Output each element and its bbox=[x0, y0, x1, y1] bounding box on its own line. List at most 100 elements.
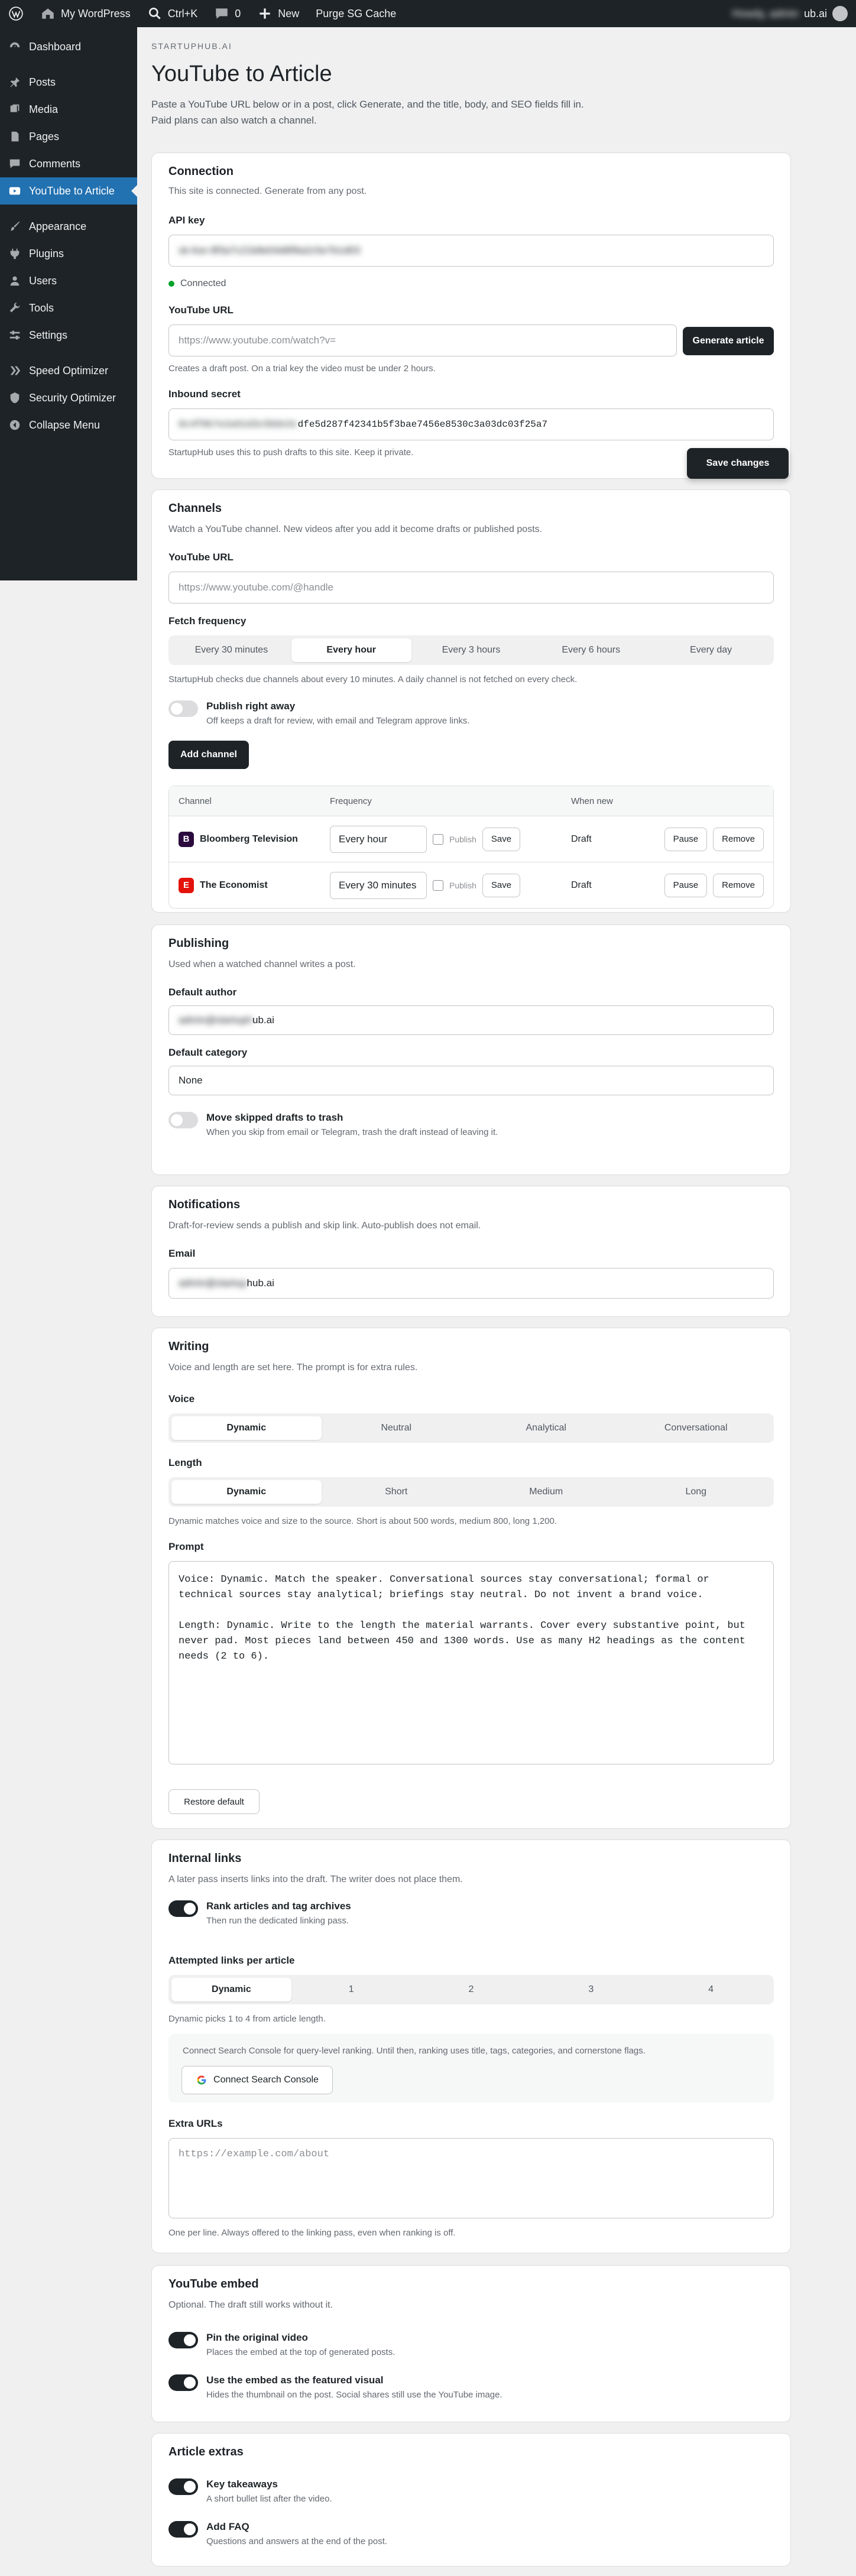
youtube-url-input[interactable]: https://www.youtube.com/watch?v= bbox=[168, 325, 677, 356]
rank-articles-toggle[interactable] bbox=[168, 1900, 198, 1917]
google-icon bbox=[197, 2075, 206, 2085]
wordpress-icon bbox=[9, 7, 23, 21]
default-category-select[interactable]: None bbox=[168, 1066, 774, 1095]
sidebar-item-label: Comments bbox=[29, 157, 81, 170]
row-save-button[interactable]: Save bbox=[482, 873, 521, 897]
pause-button[interactable]: Pause bbox=[664, 873, 708, 897]
brush-icon bbox=[7, 219, 22, 234]
pages-icon bbox=[7, 129, 22, 144]
media-icon bbox=[7, 102, 22, 117]
voice-option[interactable]: Analytical bbox=[471, 1416, 621, 1440]
remove-button[interactable]: Remove bbox=[713, 873, 764, 897]
attempted-links-option[interactable]: 4 bbox=[651, 1978, 771, 2001]
internal-links-card: Internal links A later pass inserts link… bbox=[151, 1839, 791, 2253]
remove-button[interactable]: Remove bbox=[713, 827, 764, 851]
channels-table: Channel Frequency When new B Bloomberg Te… bbox=[168, 786, 774, 909]
frequency-option[interactable]: Every day bbox=[651, 638, 771, 662]
sidebar-item-media[interactable]: Media bbox=[0, 96, 137, 123]
sidebar-item-pages[interactable]: Pages bbox=[0, 123, 137, 150]
attempted-links-option[interactable]: 1 bbox=[291, 1978, 411, 2001]
row-save-button[interactable]: Save bbox=[482, 827, 521, 851]
generate-article-button[interactable]: Generate article bbox=[683, 327, 774, 355]
sidebar-item-speed-optimizer[interactable]: Speed Optimizer bbox=[0, 357, 137, 384]
voice-selector: Dynamic Neutral Analytical Conversational bbox=[168, 1413, 774, 1443]
channels-card: Channels Watch a YouTube channel. New vi… bbox=[151, 489, 791, 913]
row-frequency-select[interactable]: Every 30 minutes bbox=[330, 871, 427, 899]
voice-option[interactable]: Conversational bbox=[621, 1416, 771, 1440]
length-option[interactable]: Medium bbox=[471, 1480, 621, 1504]
collapse-icon bbox=[7, 417, 22, 433]
publish-checkbox[interactable] bbox=[433, 880, 443, 891]
new-content-link[interactable]: New bbox=[249, 0, 307, 27]
table-row: E The Economist Every 30 minutes Publish Sav… bbox=[169, 862, 773, 908]
sidebar-item-dashboard[interactable]: Dashboard bbox=[0, 33, 137, 60]
add-faq-toggle[interactable] bbox=[168, 2521, 198, 2538]
sidebar-item-comments[interactable]: Comments bbox=[0, 150, 137, 177]
wrench-icon bbox=[7, 300, 22, 316]
pause-button[interactable]: Pause bbox=[664, 827, 708, 851]
youtube-embed-subtitle: Optional. The draft still works without … bbox=[168, 2300, 333, 2310]
menu-separator bbox=[0, 349, 137, 357]
api-key-field[interactable]: sk-live-9f3a7c21b8e04d6f9a2c5e7b1d03 bbox=[168, 235, 774, 267]
length-option[interactable]: Dynamic bbox=[171, 1480, 322, 1504]
secret-hidden: 8c4f0b7e2a91d3c5b6e3c bbox=[179, 419, 298, 430]
sidebar-item-youtube-to-article[interactable]: YouTube to Article bbox=[0, 177, 138, 205]
attempted-links-option[interactable]: Dynamic bbox=[171, 1978, 291, 2001]
voice-option[interactable]: Dynamic bbox=[171, 1416, 322, 1440]
site-name-link[interactable]: My WordPress bbox=[32, 0, 139, 27]
when-new-cell: Draft bbox=[562, 862, 633, 908]
account-menu[interactable]: Howdy, admin ub.ai bbox=[724, 0, 856, 27]
trash-skipped-toggle[interactable] bbox=[168, 1112, 198, 1128]
command-palette-button[interactable]: Ctrl+K bbox=[139, 0, 206, 27]
featured-visual-toggle[interactable] bbox=[168, 2374, 198, 2391]
sidebar-item-posts[interactable]: Posts bbox=[0, 69, 137, 96]
row-frequency-select[interactable]: Every hour bbox=[330, 825, 427, 853]
email-field[interactable]: admin@startup hub.ai bbox=[168, 1268, 774, 1299]
attempted-links-option[interactable]: 2 bbox=[411, 1978, 531, 2001]
publish-right-away-label: Publish right away bbox=[206, 700, 296, 712]
sidebar-item-settings[interactable]: Settings bbox=[0, 322, 137, 349]
voice-option[interactable]: Neutral bbox=[322, 1416, 472, 1440]
length-selector: Dynamic Short Medium Long bbox=[168, 1477, 774, 1507]
frequency-option[interactable]: Every 30 minutes bbox=[171, 638, 291, 662]
sidebar-item-collapse-menu[interactable]: Collapse Menu bbox=[0, 411, 137, 439]
publish-checkbox[interactable] bbox=[433, 833, 443, 845]
sidebar-item-appearance[interactable]: Appearance bbox=[0, 213, 137, 240]
wordpress-logo-button[interactable] bbox=[0, 0, 32, 27]
when-new-cell: Draft bbox=[562, 816, 633, 862]
comments-link[interactable]: 0 bbox=[206, 0, 249, 27]
column-header-actions bbox=[633, 786, 773, 816]
publish-right-away-toggle[interactable] bbox=[168, 700, 198, 717]
frequency-option[interactable]: Every 6 hours bbox=[531, 638, 651, 662]
length-option[interactable]: Short bbox=[322, 1480, 472, 1504]
sidebar-item-users[interactable]: Users bbox=[0, 267, 137, 294]
length-option[interactable]: Long bbox=[621, 1480, 771, 1504]
restore-default-button[interactable]: Restore default bbox=[168, 1789, 260, 1814]
inbound-secret-field[interactable]: 8c4f0b7e2a91d3c5b6e3c dfe5d287f42341b5f3b… bbox=[168, 408, 774, 440]
add-channel-button[interactable]: Add channel bbox=[168, 741, 249, 769]
sidebar-item-security-optimizer[interactable]: Security Optimizer bbox=[0, 384, 137, 411]
column-header-channel: Channel bbox=[169, 786, 320, 816]
connection-status: Connected bbox=[168, 278, 774, 289]
save-changes-button[interactable]: Save changes bbox=[687, 448, 789, 479]
extra-urls-textarea[interactable]: https://example.com/about bbox=[168, 2138, 774, 2218]
connect-search-console-button[interactable]: Connect Search Console bbox=[181, 2066, 333, 2094]
channel-url-input[interactable]: https://www.youtube.com/@handle bbox=[168, 572, 774, 604]
sidebar-item-tools[interactable]: Tools bbox=[0, 294, 137, 322]
email-label: Email bbox=[168, 1248, 196, 1259]
key-takeaways-toggle[interactable] bbox=[168, 2478, 198, 2495]
sidebar-item-plugins[interactable]: Plugins bbox=[0, 240, 137, 267]
channel-name: Bloomberg Television bbox=[200, 833, 298, 844]
purge-cache-link[interactable]: Purge SG Cache bbox=[307, 0, 404, 27]
channels-title: Channels bbox=[168, 502, 222, 515]
notifications-title: Notifications bbox=[168, 1198, 241, 1211]
prompt-textarea[interactable]: Voice: Dynamic. Match the speaker. Conve… bbox=[168, 1561, 774, 1764]
pin-video-toggle[interactable] bbox=[168, 2332, 198, 2348]
frequency-option[interactable]: Every hour bbox=[291, 638, 411, 662]
rank-articles-desc: Then run the dedicated linking pass. bbox=[206, 1916, 349, 1926]
attempted-links-option[interactable]: 3 bbox=[531, 1978, 651, 2001]
frequency-option[interactable]: Every 3 hours bbox=[411, 638, 531, 662]
length-label: Length bbox=[168, 1457, 202, 1468]
publish-checkbox-label: Publish bbox=[449, 834, 476, 844]
default-author-select[interactable]: admin@startuph ub.ai bbox=[168, 1005, 774, 1035]
